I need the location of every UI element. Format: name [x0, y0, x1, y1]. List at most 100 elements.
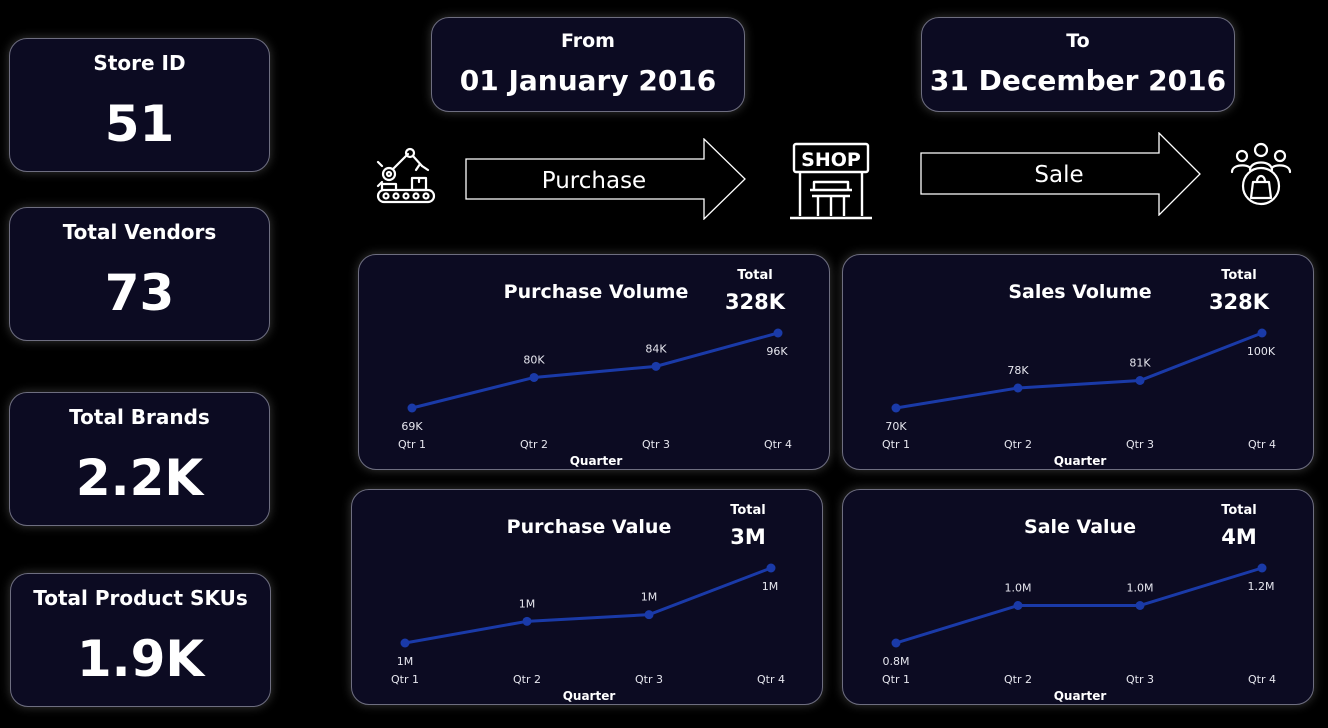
customers-bag-icon [1230, 142, 1292, 206]
x-tick-label: Qtr 4 [1248, 438, 1276, 451]
x-tick-label: Qtr 1 [882, 673, 910, 686]
data-label: 80K [523, 353, 545, 366]
data-point[interactable] [522, 616, 532, 626]
date-from-label: From [561, 30, 615, 52]
x-tick-label: Qtr 4 [757, 673, 785, 686]
total-vendors-card: Total Vendors 73 [9, 207, 270, 341]
x-tick-label: Qtr 2 [1004, 673, 1032, 686]
data-point[interactable] [1257, 563, 1267, 573]
chart-title: Sale Value [1024, 516, 1136, 538]
x-tick-label: Qtr 2 [513, 673, 541, 686]
x-tick-label: Qtr 4 [1248, 673, 1276, 686]
data-label: 81K [1129, 357, 1151, 370]
data-label: 96K [766, 345, 788, 358]
data-label: 1M [762, 580, 779, 593]
total-skus-value: 1.9K [76, 630, 205, 688]
data-point[interactable] [1257, 328, 1267, 338]
data-point[interactable] [766, 563, 776, 573]
store-id-card: Store ID 51 [9, 38, 270, 172]
data-label: 0.8M [883, 655, 910, 668]
date-to-label: To [1066, 30, 1090, 52]
x-axis-label: Quarter [563, 689, 616, 703]
series-line [895, 566, 1263, 645]
date-from-value: 01 January 2016 [459, 64, 717, 97]
data-label: 70K [885, 420, 907, 433]
series-line [895, 331, 1263, 410]
chart-total-value: 328K [725, 290, 786, 314]
data-label: 1.2M [1248, 580, 1275, 593]
chart-total-label: Total [1221, 268, 1257, 283]
x-tick-label: Qtr 3 [1126, 673, 1154, 686]
x-tick-label: Qtr 2 [520, 438, 548, 451]
chart-svg: Sales Volume Total 328K 70K Qtr 1 78K Qtr 2 81K… [882, 268, 1276, 468]
purchase-arrow: Purchase [465, 138, 746, 220]
data-point[interactable] [400, 638, 410, 648]
data-label: 78K [1007, 364, 1029, 377]
x-axis-label: Quarter [1054, 454, 1107, 468]
purchase-arrow-label: Purchase [542, 168, 646, 194]
factory-robot-icon [376, 147, 436, 204]
data-point[interactable] [1013, 383, 1023, 393]
chart-svg: Sale Value Total 4M 0.8M Qtr 1 1.0M Qtr 2 1.0M Q… [882, 503, 1276, 703]
store-id-value: 51 [104, 95, 175, 153]
data-label: 100K [1247, 345, 1276, 358]
x-tick-label: Qtr 3 [642, 438, 670, 451]
total-brands-value: 2.2K [75, 449, 204, 507]
data-point[interactable] [529, 372, 539, 382]
chart-total-value: 4M [1221, 525, 1257, 549]
total-brands-label: Total Brands [69, 405, 210, 429]
data-label: 84K [645, 342, 667, 355]
data-point[interactable] [651, 361, 661, 371]
x-tick-label: Qtr 4 [764, 438, 792, 451]
data-label: 1.0M [1127, 582, 1154, 595]
purchase-value-card: Purchase Value Total 3M 1M Qtr 1 1M Qtr 2 1M Qtr… [351, 489, 823, 705]
sales-volume-card: Sales Volume Total 328K 70K Qtr 1 78K Qtr 2 81K… [842, 254, 1314, 470]
x-tick-label: Qtr 3 [635, 673, 663, 686]
date-to-value: 31 December 2016 [929, 64, 1227, 97]
data-point[interactable] [891, 638, 901, 648]
x-tick-label: Qtr 1 [391, 673, 419, 686]
data-label: 1M [397, 655, 414, 668]
x-tick-label: Qtr 3 [1126, 438, 1154, 451]
total-brands-card: Total Brands 2.2K [9, 392, 270, 526]
chart-svg: Purchase Volume Total 328K 69K Qtr 1 80K Qtr 2… [398, 268, 792, 468]
sale-arrow: Sale [920, 132, 1201, 216]
store-id-label: Store ID [93, 51, 186, 75]
chart-total-label: Total [737, 268, 773, 283]
chart-total-value: 3M [730, 525, 766, 549]
purchase-volume-card: Purchase Volume Total 328K 69K Qtr 1 80K Qtr 2… [358, 254, 830, 470]
total-skus-label: Total Product SKUs [33, 586, 248, 610]
data-label: 1M [519, 597, 536, 610]
chart-total-label: Total [1221, 503, 1257, 518]
sale-arrow-label: Sale [1034, 162, 1083, 188]
shop-icon: SHOP [790, 142, 872, 220]
date-from-card[interactable]: From 01 January 2016 [431, 17, 745, 112]
data-point[interactable] [773, 328, 783, 338]
chart-title: Sales Volume [1008, 281, 1151, 303]
total-skus-card: Total Product SKUs 1.9K [10, 573, 271, 707]
series-line [411, 331, 779, 410]
chart-title: Purchase Volume [504, 281, 689, 303]
series-line [404, 566, 772, 645]
shop-sign-text: SHOP [801, 149, 861, 171]
data-label: 1.0M [1005, 582, 1032, 595]
data-point[interactable] [1135, 601, 1145, 610]
x-axis-label: Quarter [570, 454, 623, 468]
x-axis-label: Quarter [1054, 689, 1107, 703]
total-vendors-label: Total Vendors [62, 220, 217, 244]
sale-value-card: Sale Value Total 4M 0.8M Qtr 1 1.0M Qtr 2 1.0M Q… [842, 489, 1314, 705]
chart-svg: Purchase Value Total 3M 1M Qtr 1 1M Qtr 2 1M Qtr… [391, 503, 785, 703]
data-point[interactable] [407, 403, 417, 413]
date-to-card[interactable]: To 31 December 2016 [921, 17, 1235, 112]
chart-title: Purchase Value [507, 516, 672, 538]
x-tick-label: Qtr 2 [1004, 438, 1032, 451]
data-point[interactable] [1013, 601, 1023, 610]
data-point[interactable] [1135, 376, 1145, 385]
data-label: 1M [641, 591, 658, 604]
x-tick-label: Qtr 1 [398, 438, 426, 451]
chart-total-value: 328K [1209, 290, 1270, 314]
data-point[interactable] [891, 403, 901, 413]
data-point[interactable] [644, 610, 654, 620]
data-label: 69K [401, 420, 423, 433]
chart-total-label: Total [730, 503, 766, 518]
